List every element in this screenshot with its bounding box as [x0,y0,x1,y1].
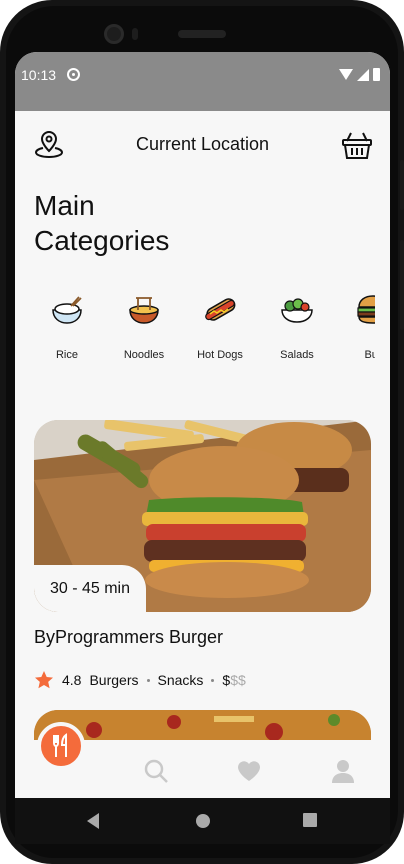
restaurant-meta: 4.8 Burgers Snacks $$$ [34,668,246,692]
basket-icon[interactable] [341,129,373,161]
noodles-icon [129,297,159,324]
wifi-icon [339,69,353,80]
price-level: $$$ [222,672,245,688]
current-location-title[interactable]: Current Location [75,134,330,155]
category-noodles[interactable]: Noodles [106,280,182,361]
dnd-icon [67,68,80,81]
category-label: Rice [55,349,78,361]
burger-icon [357,295,375,324]
category-label: Bur [364,349,375,361]
price-dim: $$ [230,672,246,688]
star-icon [35,671,53,689]
category-burgers[interactable]: Bur [335,280,375,361]
category-hot-dogs[interactable]: Hot Dogs [182,280,258,361]
sensor [132,28,138,40]
app-header: Current Location [15,122,390,168]
status-bar: 10:13 [15,52,390,111]
power-button [400,240,404,330]
category-label: Salads [280,349,314,361]
cutlery-icon [53,733,67,757]
category-label: Hot Dogs [197,349,243,361]
separator-dot [146,678,150,682]
category-rice[interactable]: Rice [29,280,105,361]
category-list: Rice Noodles Hot Dogs Salads Bu [15,280,375,380]
front-camera [104,24,124,44]
status-icons [339,68,380,81]
salad-icon [281,298,313,323]
location-pin-icon[interactable] [33,128,65,160]
page-heading: Main Categories [34,190,170,256]
tag-label: Snacks [157,672,204,688]
android-nav-bar [15,798,390,844]
rice-bowl-icon [52,296,82,324]
battery-icon [373,68,380,81]
earpiece-speaker [178,30,226,38]
back-icon[interactable] [85,812,101,830]
delivery-time-badge: 30 - 45 min [34,565,146,612]
hot-dog-icon [205,298,236,321]
category-label: Noodles [123,349,165,361]
status-time: 10:13 [21,67,57,83]
heart-icon[interactable] [236,758,262,784]
category-salads[interactable]: Salads [259,280,335,361]
tag-label: Burgers [89,672,139,688]
recents-icon[interactable] [302,812,318,828]
bottom-navigation [15,722,390,798]
restaurant-name[interactable]: ByProgrammers Burger [34,627,223,648]
nav-home[interactable] [37,722,85,770]
home-icon[interactable] [194,812,212,830]
app-screen: 10:13 Current Location Main Categories R… [15,52,390,798]
search-icon[interactable] [143,758,169,784]
separator-dot [211,678,215,682]
rating-value: 4.8 [62,672,82,688]
volume-button [400,160,404,210]
signal-icon [357,68,369,81]
profile-icon[interactable] [330,758,356,784]
